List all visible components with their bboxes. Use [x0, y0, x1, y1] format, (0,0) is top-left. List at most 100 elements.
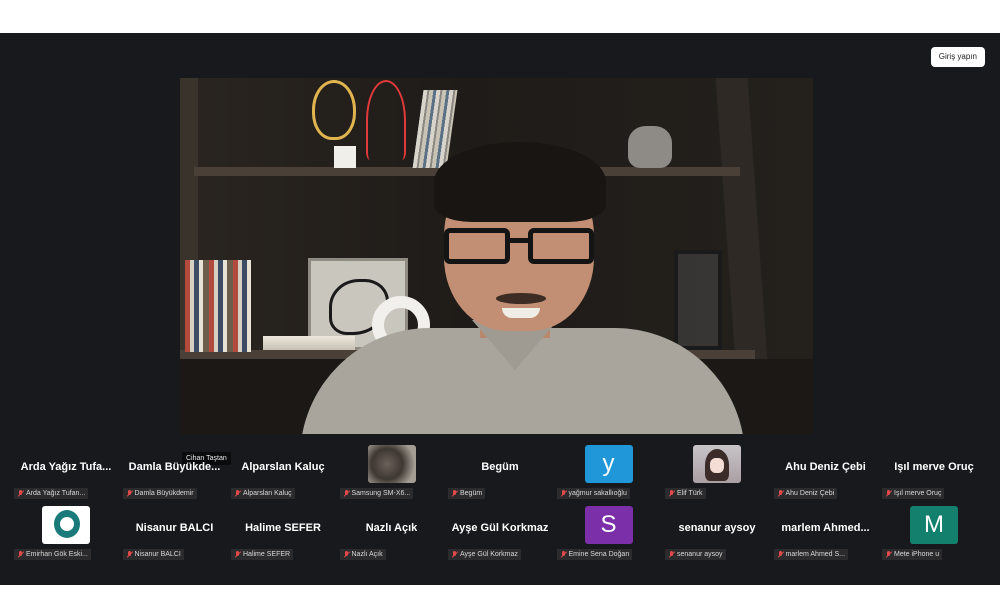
vase	[628, 126, 672, 168]
books	[185, 260, 251, 352]
speaker-glasses	[444, 228, 594, 264]
participant-tile[interactable]: y yağmur sakallıoğlu	[555, 445, 663, 505]
participant-name-badge: Işıl merve Oruç	[882, 488, 945, 499]
participant-display-name: Halime SEFER	[245, 522, 321, 534]
speaker-hair	[434, 142, 606, 222]
participant-name-badge: Emine Sena Doğan	[556, 549, 633, 560]
participant-name-badge: Begüm	[448, 488, 486, 499]
mic-muted-icon	[560, 489, 567, 498]
participant-name-badge: Emirhan Gök Eski...	[14, 549, 91, 560]
participant-name-badge: Alparslan Kaluç	[231, 488, 295, 499]
participant-label: yağmur sakallıoğlu	[568, 490, 627, 497]
participant-label: Işıl merve Oruç	[894, 490, 942, 497]
participant-label: Mete iPhone u	[894, 551, 940, 558]
mic-muted-icon	[560, 550, 567, 559]
participant-display-name: Nisanur BALCI	[135, 522, 214, 534]
participant-label: Nisanur BALCI	[134, 551, 181, 558]
participant-name-badge: Ayşe Gül Korkmaz	[448, 549, 521, 560]
mic-muted-icon	[451, 550, 458, 559]
participant-label: marlem Ahmed S...	[785, 551, 846, 558]
red-wire-sculpture	[366, 80, 406, 160]
participant-tile[interactable]: Elif Türk	[663, 445, 771, 505]
participant-tile[interactable]: Damla Büyükde... Damla Büyükdemir	[121, 445, 229, 505]
participant-name-badge: Nazlı Açık	[339, 549, 386, 560]
participant-label: Ayşe Gül Korkmaz	[460, 551, 518, 558]
bottom-white-strip	[0, 585, 1000, 593]
participant-avatar: y	[584, 445, 633, 483]
mic-muted-icon	[668, 550, 675, 559]
mic-muted-icon	[668, 489, 675, 498]
participant-label: Damla Büyükdemir	[134, 490, 194, 497]
participant-label: Begüm	[460, 490, 483, 497]
participant-label: Arda Yağız Tufan...	[26, 490, 86, 497]
participant-tile[interactable]: Ayşe Gül Korkmaz Ayşe Gül Korkmaz	[446, 506, 554, 566]
mic-muted-icon	[451, 489, 458, 498]
mic-muted-icon	[126, 550, 133, 559]
mic-muted-icon	[17, 489, 24, 498]
participant-name-badge: Mete iPhone u	[882, 549, 943, 560]
participant-avatar: M	[910, 506, 958, 544]
participant-name-badge: Samsung SM-X6...	[339, 488, 414, 499]
participant-video-thumbnail	[693, 445, 741, 483]
participant-name-badge: yağmur sakallıoğlu	[556, 488, 630, 499]
participant-name-badge: senanur aysoy	[665, 549, 726, 560]
mic-muted-icon	[885, 489, 892, 498]
participant-logo-avatar	[42, 506, 90, 544]
participant-video-thumbnail	[367, 445, 416, 483]
participant-name-badge: Halime SEFER	[231, 549, 294, 560]
participant-display-name: Nazlı Açık	[365, 522, 418, 534]
signin-button[interactable]: Giriş yapın	[930, 47, 985, 67]
participant-label: Nazlı Açık	[351, 551, 383, 558]
top-white-strip	[0, 0, 1000, 33]
participant-label: Elif Türk	[677, 490, 703, 497]
participant-tile[interactable]: Ahu Deniz Çebi Ahu Deniz Çebi	[772, 445, 880, 505]
participant-name-badge: Nisanur BALCI	[122, 549, 184, 560]
participant-avatar: S	[584, 506, 633, 544]
lantern	[674, 250, 722, 350]
participant-tile[interactable]: Nisanur BALCI Nisanur BALCI	[121, 506, 229, 566]
participant-tile[interactable]: Alparslan Kaluç Alparslan Kaluç	[229, 445, 337, 505]
participant-label: Halime SEFER	[243, 551, 291, 558]
sculpture-base	[334, 146, 356, 168]
participant-display-name: Ayşe Gül Korkmaz	[451, 522, 549, 534]
participant-tile[interactable]: Begüm Begüm	[446, 445, 554, 505]
participant-tile[interactable]: Arda Yağız Tufa... Arda Yağız Tufan...	[12, 445, 120, 505]
participant-name-badge: Ahu Deniz Çebi	[773, 488, 838, 499]
participant-tile[interactable]: Işıl merve Oruç Işıl merve Oruç	[880, 445, 988, 505]
participant-tile[interactable]: senanur aysoy senanur aysoy	[663, 506, 771, 566]
mic-muted-icon	[126, 489, 133, 498]
mic-muted-icon	[234, 550, 241, 559]
participant-name-badge: marlem Ahmed S...	[773, 549, 849, 560]
participant-label: Alparslan Kaluç	[243, 490, 292, 497]
participant-display-name: Ahu Deniz Çebi	[785, 461, 866, 473]
participant-display-name: senanur aysoy	[678, 522, 756, 534]
participant-display-name: marlem Ahmed...	[781, 522, 870, 534]
mic-muted-icon	[777, 489, 784, 498]
wire-face-sculpture	[312, 80, 356, 140]
participant-label: Samsung SM-X6...	[351, 490, 411, 497]
participant-tile[interactable]: M Mete iPhone u	[880, 506, 988, 566]
participant-name-badge: Elif Türk	[665, 488, 706, 499]
participant-name-badge: Arda Yağız Tufan...	[14, 488, 89, 499]
main-speaker-video[interactable]	[180, 78, 813, 434]
book-stack	[263, 336, 355, 350]
mic-muted-icon	[343, 550, 350, 559]
mic-muted-icon	[885, 550, 892, 559]
participant-tile[interactable]: Samsung SM-X6...	[338, 445, 446, 505]
participant-display-name: Damla Büyükde...	[128, 461, 221, 473]
participant-tile[interactable]: Halime SEFER Halime SEFER	[229, 506, 337, 566]
participant-tile[interactable]: Emirhan Gök Eski...	[12, 506, 120, 566]
mic-muted-icon	[343, 489, 350, 498]
participant-display-name: Arda Yağız Tufa...	[20, 461, 112, 473]
participant-display-name: Alparslan Kaluç	[241, 461, 325, 473]
participant-display-name: Begüm	[481, 461, 519, 473]
speaker-mustache	[496, 293, 546, 304]
speaker-smile	[502, 308, 540, 318]
participant-tile[interactable]: Nazlı Açık Nazlı Açık	[338, 506, 446, 566]
participant-label: Emine Sena Doğan	[568, 551, 630, 558]
participant-tile[interactable]: S Emine Sena Doğan	[555, 506, 663, 566]
participant-tile[interactable]: marlem Ahmed... marlem Ahmed S...	[772, 506, 880, 566]
participant-label: senanur aysoy	[677, 551, 723, 558]
participant-label: Ahu Deniz Çebi	[785, 490, 835, 497]
participant-label: Emirhan Gök Eski...	[26, 551, 88, 558]
